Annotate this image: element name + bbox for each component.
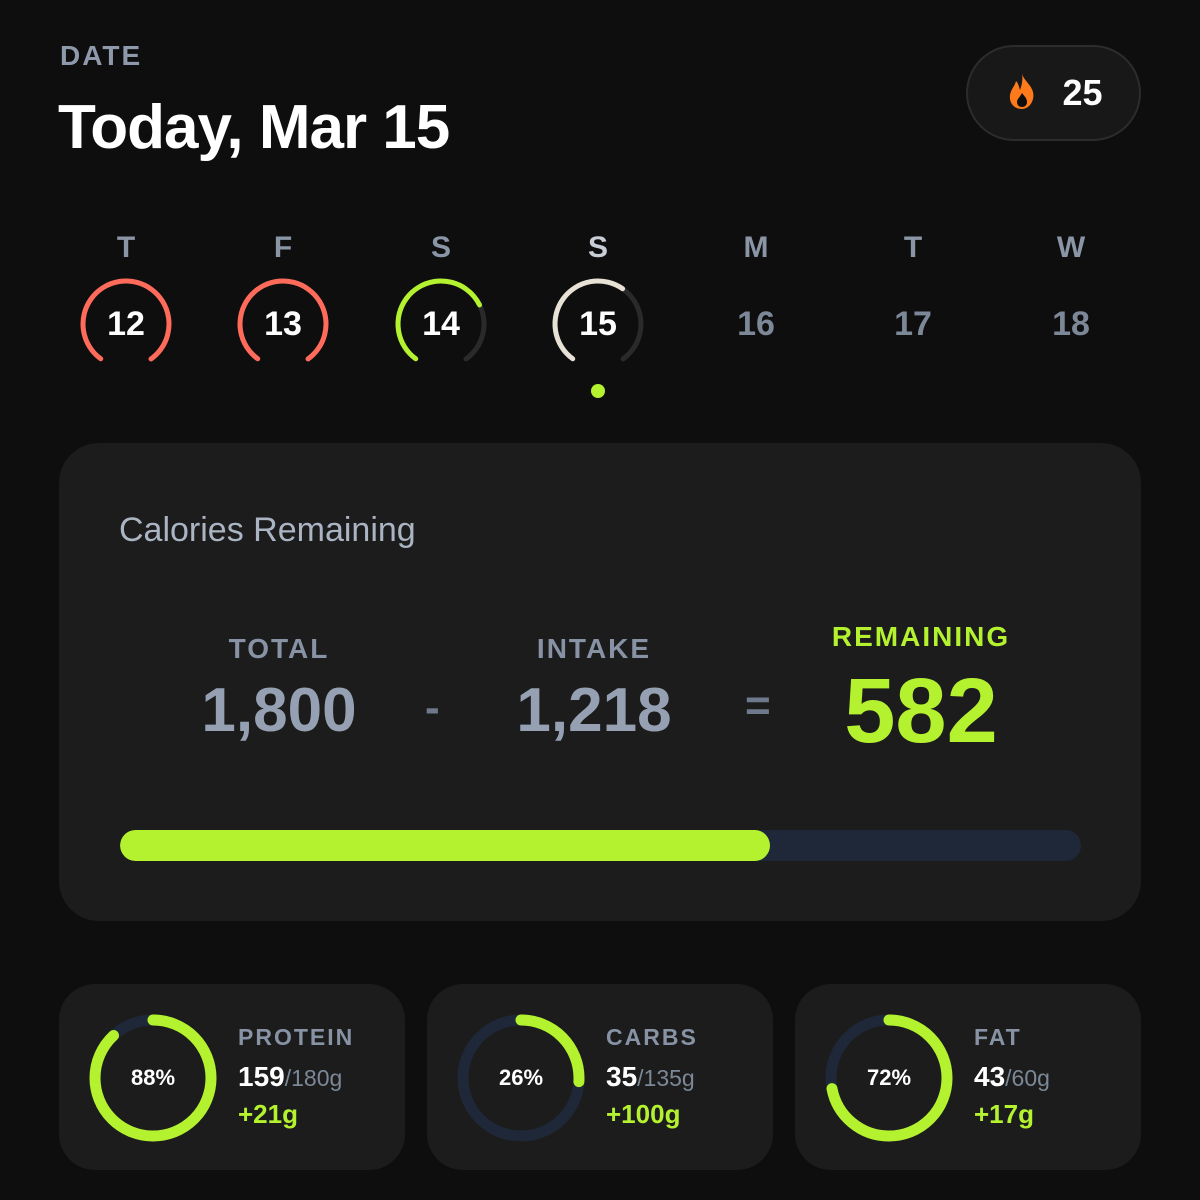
- intake-label: INTAKE: [536, 633, 652, 664]
- remaining-label: REMAINING: [831, 621, 1011, 652]
- date-label: DATE: [60, 40, 143, 71]
- macro-name: PROTEIN: [238, 1024, 355, 1050]
- date-title[interactable]: Today, Mar 15: [58, 92, 450, 163]
- day-number: 18: [1052, 305, 1090, 343]
- day-letter: W: [1056, 231, 1086, 264]
- intake-value: 1,218: [516, 676, 672, 745]
- day-ring: 14: [391, 274, 491, 374]
- macro-percent: 88%: [130, 1065, 176, 1090]
- intake-stat: INTAKE 1,218: [494, 633, 694, 746]
- calories-title: Calories Remaining: [119, 511, 416, 549]
- total-value: 1,800: [201, 676, 357, 745]
- macro-goal: /135g: [637, 1065, 695, 1091]
- day-ring: 18: [1021, 274, 1121, 374]
- macro-card-carbs[interactable]: 26% CARBS 35/135g +100g: [427, 984, 773, 1170]
- day-letter: S: [587, 231, 608, 264]
- macro-info: PROTEIN 159/180g +21g: [238, 1024, 354, 1130]
- flame-icon: [1004, 71, 1040, 116]
- remaining-stat: REMAINING 582: [801, 621, 1041, 764]
- streak-count: 25: [1062, 72, 1103, 113]
- macro-card-fat[interactable]: 72% FAT 43/60g +17g: [795, 984, 1141, 1170]
- streak-badge[interactable]: 25: [966, 45, 1141, 141]
- day-letter: T: [116, 231, 136, 264]
- total-label: TOTAL: [228, 633, 330, 664]
- day-letter: T: [903, 231, 923, 264]
- day-number: 15: [579, 305, 617, 343]
- macro-goal: /60g: [1005, 1065, 1050, 1091]
- day-ring: 15: [548, 274, 648, 374]
- macro-card-protein[interactable]: 88% PROTEIN 159/180g +21g: [59, 984, 405, 1170]
- calories-progress-fill: [120, 830, 770, 861]
- day-number: 12: [107, 305, 145, 343]
- macro-remaining: +21g: [238, 1099, 298, 1129]
- day-ring: 17: [863, 274, 963, 374]
- day-12[interactable]: T 12: [66, 228, 186, 374]
- macro-amount-line: 35/135g: [606, 1061, 698, 1093]
- day-13[interactable]: F 13: [223, 228, 343, 374]
- macro-ring: 88%: [87, 1012, 219, 1144]
- day-ring: 12: [76, 274, 176, 374]
- macro-percent: 72%: [866, 1065, 912, 1090]
- day-number: 14: [422, 305, 460, 343]
- macro-info: FAT 43/60g +17g: [974, 1024, 1050, 1130]
- nutrition-dashboard: DATE Today, Mar 15 25 T 12 F 13 S 14 S 15 M 16 T 17…: [0, 0, 1200, 1200]
- macro-name: FAT: [974, 1024, 1022, 1050]
- week-strip: T 12 F 13 S 14 S 15 M 16 T 17 W 18: [0, 228, 1200, 408]
- calories-card: Calories Remaining TOTAL 1,800 - INTAKE …: [59, 443, 1141, 921]
- macro-amount-line: 43/60g: [974, 1061, 1050, 1093]
- day-14[interactable]: S 14: [381, 228, 501, 374]
- minus-sign: -: [425, 683, 440, 732]
- day-letter: F: [273, 231, 293, 264]
- day-number: 16: [737, 305, 775, 343]
- calories-progress-bar: [120, 830, 1081, 861]
- total-stat: TOTAL 1,800: [179, 633, 379, 746]
- day-number: 17: [894, 305, 932, 343]
- macro-remaining: +100g: [606, 1099, 681, 1129]
- macro-ring: 26%: [455, 1012, 587, 1144]
- day-number: 13: [264, 305, 302, 343]
- macro-name: CARBS: [606, 1024, 698, 1050]
- equals-sign: =: [745, 681, 771, 730]
- macro-amount: 35: [606, 1061, 638, 1092]
- day-18[interactable]: W 18: [1011, 228, 1131, 374]
- remaining-value: 582: [844, 660, 998, 762]
- macro-percent: 26%: [498, 1065, 544, 1090]
- macro-amount: 159: [238, 1061, 285, 1092]
- macro-info: CARBS 35/135g +100g: [606, 1024, 698, 1130]
- macro-amount: 43: [974, 1061, 1006, 1092]
- day-16[interactable]: M 16: [696, 228, 816, 374]
- day-letter: S: [430, 231, 451, 264]
- today-indicator-dot: [591, 384, 605, 398]
- day-ring: 16: [706, 274, 806, 374]
- macro-goal: /180g: [284, 1065, 343, 1091]
- day-letter: M: [743, 231, 769, 264]
- macro-remaining: +17g: [974, 1099, 1034, 1129]
- macro-ring: 72%: [823, 1012, 955, 1144]
- macro-amount-line: 159/180g: [238, 1061, 354, 1093]
- day-15[interactable]: S 15: [538, 228, 658, 398]
- day-ring: 13: [233, 274, 333, 374]
- day-17[interactable]: T 17: [853, 228, 973, 374]
